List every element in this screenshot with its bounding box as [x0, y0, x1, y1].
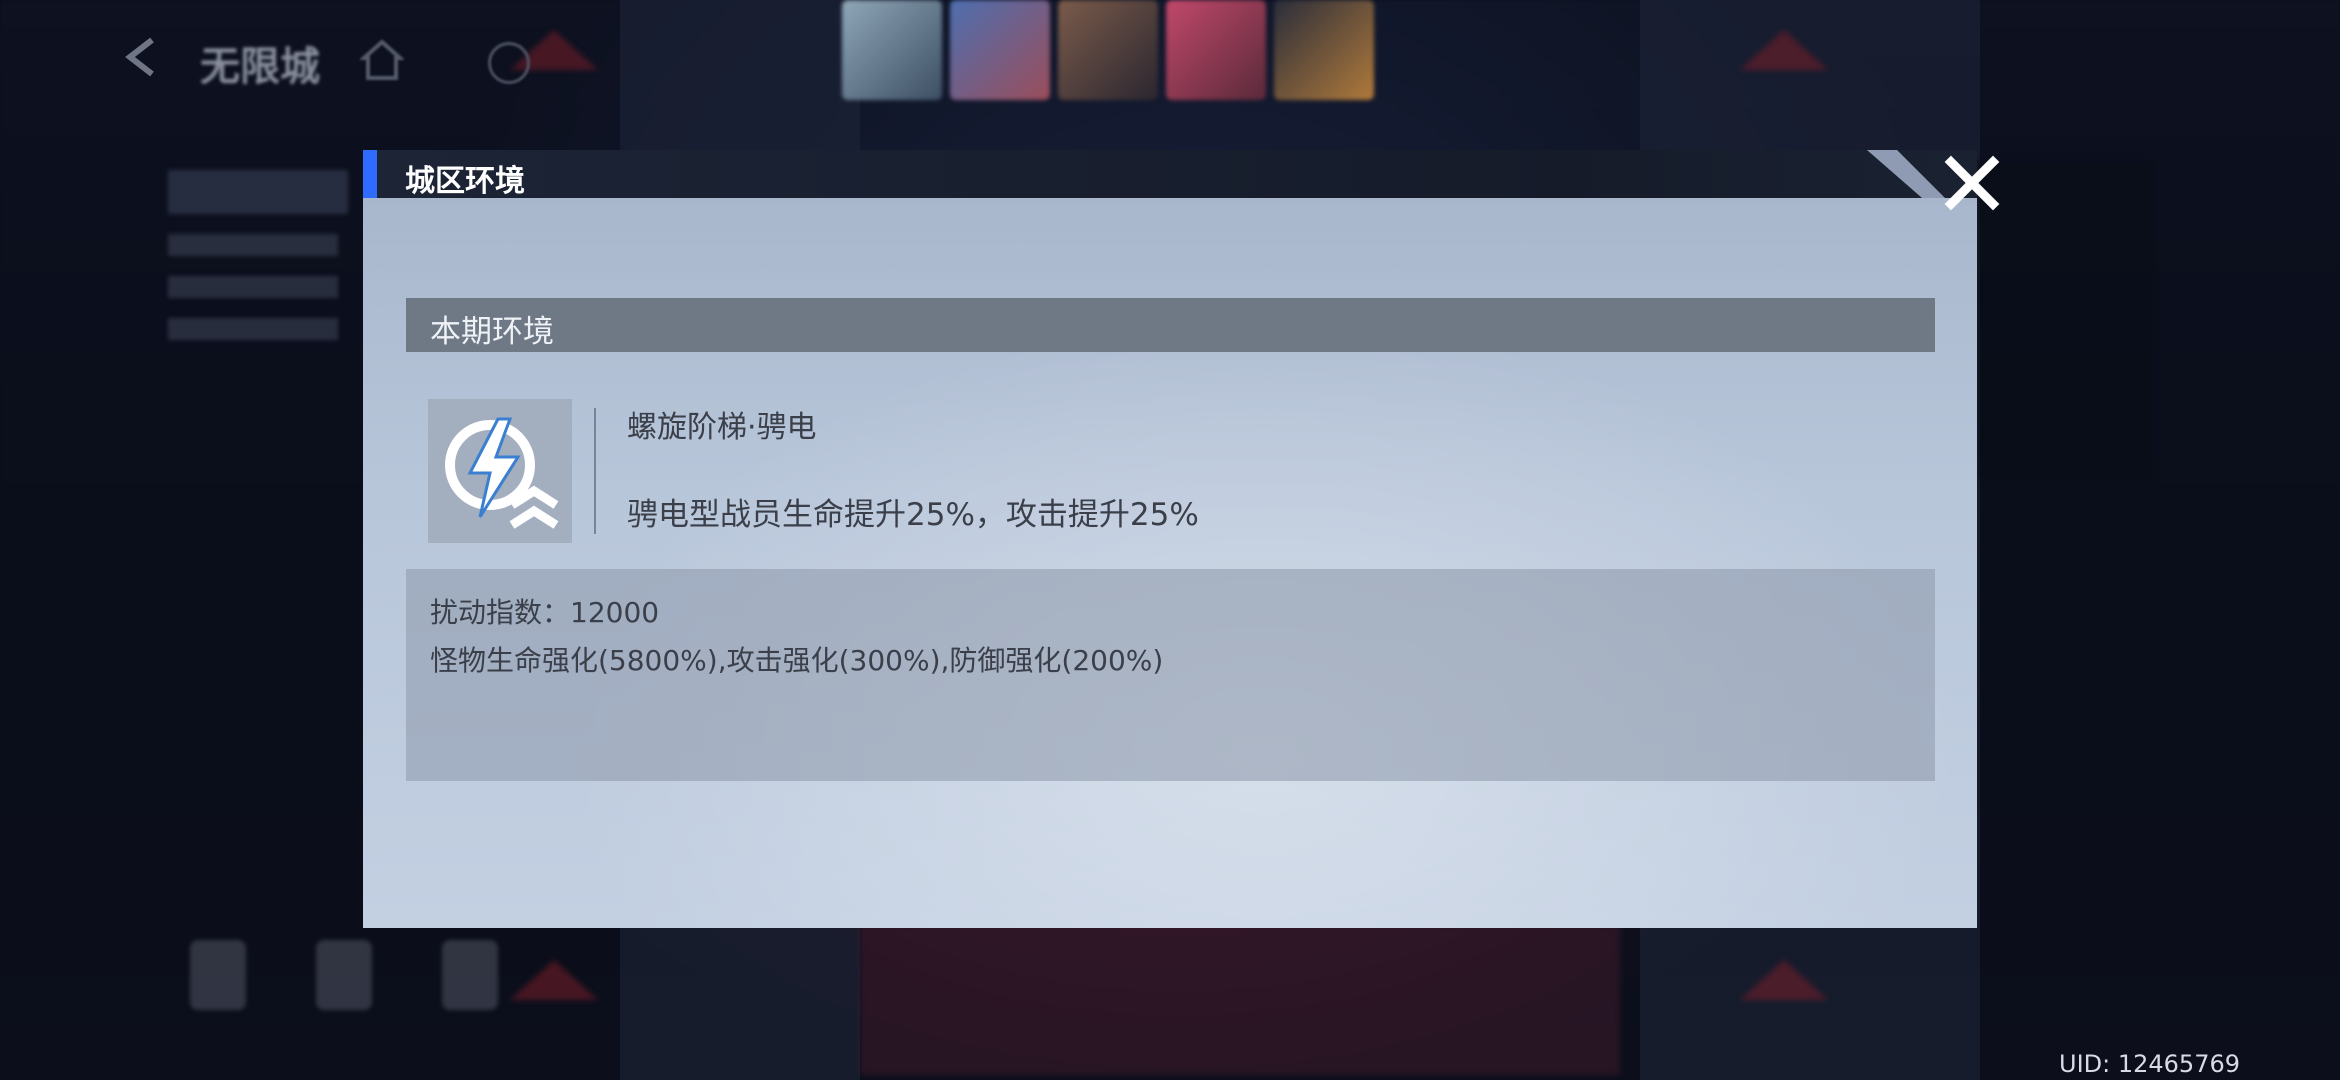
environment-description: 骋电型战员生命提升25%，攻击提升25% — [627, 497, 1199, 533]
character-portrait[interactable] — [1274, 0, 1374, 100]
dialog-header: 城区环境 — [363, 150, 1977, 199]
vertical-divider — [594, 408, 596, 534]
bottom-menu-icon[interactable] — [442, 940, 498, 1010]
environment-name: 螺旋阶梯·骋电 — [627, 410, 817, 445]
back-arrow-icon[interactable] — [118, 34, 164, 80]
close-icon[interactable] — [1935, 146, 2009, 220]
info-icon[interactable] — [488, 42, 530, 84]
home-icon[interactable] — [360, 38, 404, 82]
disturbance-info-box: 扰动指数：12000 怪物生命强化(5800%),攻击强化(300%),防御强化… — [406, 569, 1935, 781]
environment-icon-frame — [428, 399, 572, 543]
background-chevron — [510, 960, 598, 1000]
city-environment-dialog: 城区环境 本期环境 螺旋阶梯·骋电 骋电型战员生命提升25%，攻击提升25% 扰… — [363, 150, 2000, 928]
section-title: 本期环境 — [430, 314, 554, 350]
character-portrait-strip — [842, 0, 1412, 108]
dialog-title: 城区环境 — [405, 164, 525, 199]
character-portrait[interactable] — [1058, 0, 1158, 100]
current-environment-header: 本期环境 — [406, 298, 1935, 352]
disturbance-index: 扰动指数：12000 — [430, 596, 660, 629]
character-portrait[interactable] — [842, 0, 942, 100]
bottom-menu-icon[interactable] — [190, 940, 246, 1010]
header-accent-bar — [363, 150, 377, 198]
background-chevron — [1740, 960, 1828, 1000]
screen-title: 无限城 — [200, 44, 320, 90]
character-portrait[interactable] — [950, 0, 1050, 100]
top-bar: 无限城 — [0, 0, 2340, 130]
lightning-rank-up-icon — [445, 417, 559, 529]
bottom-card-area — [860, 925, 1620, 1075]
uid-label: UID: 12465769 — [2059, 1050, 2240, 1078]
character-portrait[interactable] — [1166, 0, 1266, 100]
bottom-menu — [190, 940, 498, 1010]
bottom-menu-icon[interactable] — [316, 940, 372, 1010]
dialog-body: 本期环境 螺旋阶梯·骋电 骋电型战员生命提升25%，攻击提升25% 扰动指数：1… — [363, 198, 1977, 928]
left-info-panel — [168, 170, 368, 340]
monster-buff-effects: 怪物生命强化(5800%),攻击强化(300%),防御强化(200%) — [430, 644, 1164, 677]
